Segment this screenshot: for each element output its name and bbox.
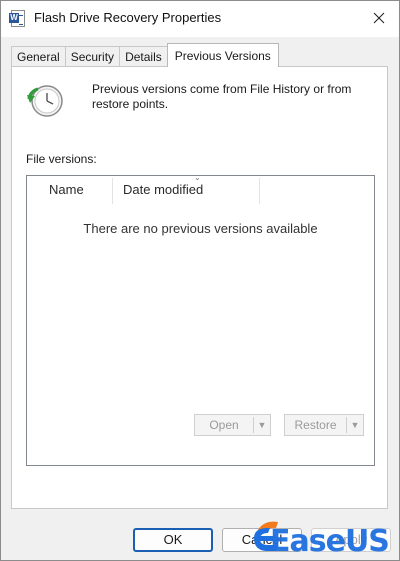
file-versions-label: File versions: (26, 152, 97, 166)
tab-details[interactable]: Details (119, 46, 168, 67)
open-button-label: Open (209, 418, 239, 432)
tab-security[interactable]: Security (64, 46, 121, 67)
sort-caret-icon: ⌄ (194, 173, 201, 182)
tab-general[interactable]: General (11, 46, 66, 67)
tab-bar: General Security Details Previous Versio… (11, 43, 279, 67)
restore-split-button[interactable]: Restore ▼ (284, 414, 364, 436)
empty-list-message: There are no previous versions available (83, 221, 318, 236)
column-divider[interactable] (259, 178, 260, 204)
ok-button[interactable]: OK (133, 528, 213, 552)
close-button[interactable] (367, 7, 391, 29)
cancel-button[interactable]: Cancel (222, 528, 302, 552)
info-text: Previous versions come from File History… (92, 82, 352, 111)
column-header-name[interactable]: Name (49, 176, 114, 204)
title-bar: W Flash Drive Recovery Properties (1, 1, 399, 37)
previous-versions-panel: Previous versions come from File History… (11, 66, 388, 509)
list-header: Name Date modified ⌄ (27, 173, 374, 204)
column-header-date-modified[interactable]: Date modified (123, 176, 261, 204)
tab-previous-versions[interactable]: Previous Versions (166, 43, 279, 67)
open-split-button[interactable]: Open ▼ (194, 414, 271, 436)
apply-button[interactable]: Apply (311, 528, 391, 552)
properties-window: W Flash Drive Recovery Properties Genera… (0, 0, 400, 561)
dropdown-arrow-icon[interactable]: ▼ (347, 415, 363, 435)
column-divider[interactable] (112, 178, 113, 204)
clock-restore-icon (27, 85, 63, 117)
window-title: Flash Drive Recovery Properties (34, 10, 222, 25)
restore-button-label: Restore (294, 418, 337, 432)
document-icon: W (9, 10, 25, 27)
dropdown-arrow-icon[interactable]: ▼ (254, 415, 270, 435)
close-icon (373, 12, 385, 24)
